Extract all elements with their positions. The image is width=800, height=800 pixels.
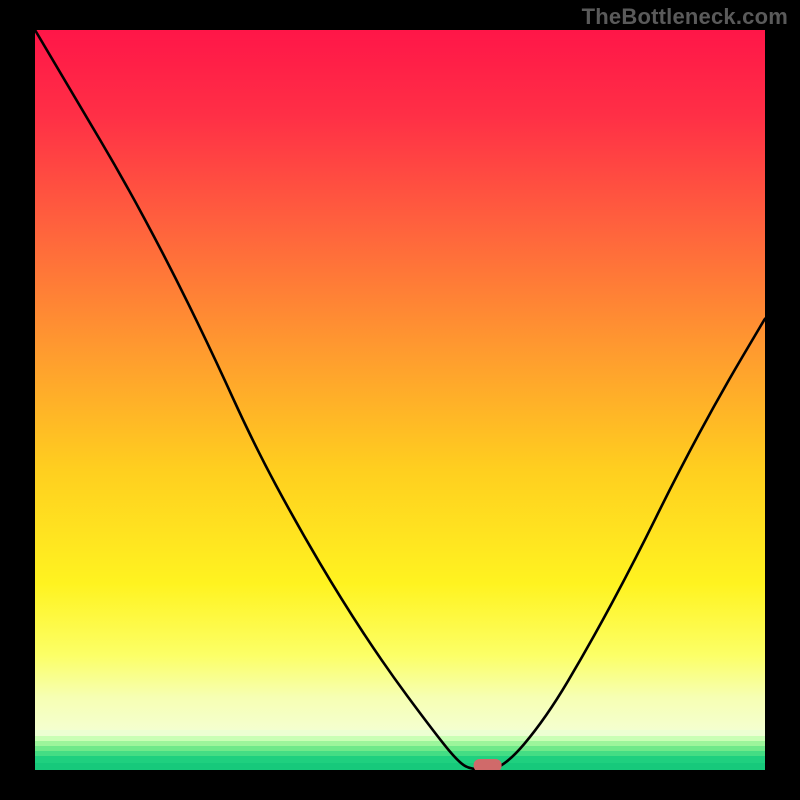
band-green2 — [35, 741, 765, 746]
gradient-body — [35, 30, 765, 740]
band-green3 — [35, 746, 765, 751]
band-green5 — [35, 756, 765, 763]
watermark-text: TheBottleneck.com — [582, 4, 788, 30]
bottleneck-chart — [35, 30, 765, 770]
chart-container: TheBottleneck.com — [0, 0, 800, 800]
optimal-marker — [474, 759, 502, 770]
band-cream — [35, 730, 765, 736]
band-lightgreen — [35, 736, 765, 741]
band-green-bottom — [35, 763, 765, 770]
band-green4 — [35, 751, 765, 756]
